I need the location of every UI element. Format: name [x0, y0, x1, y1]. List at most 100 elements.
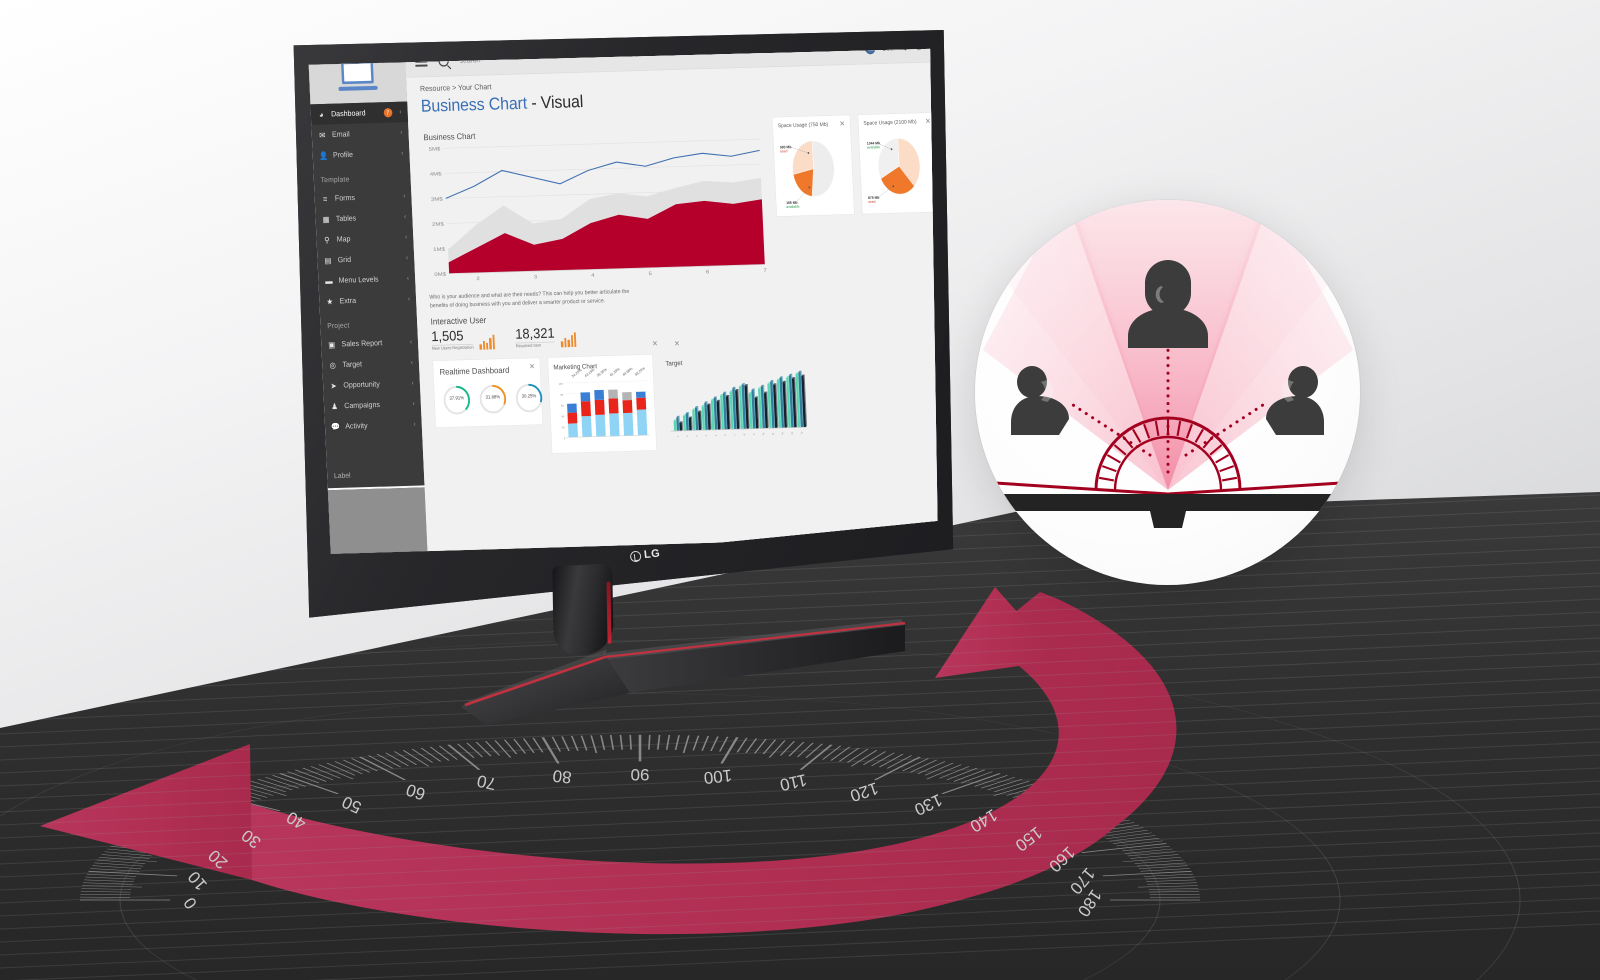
y-axis-tick: 0 — [564, 436, 566, 440]
charts-row-bottom: ✕ Realtime Dashboard 37.91% 31.88% 30.25… — [432, 340, 938, 458]
sidebar-item-extra[interactable]: ★ Extra ‹ — [319, 289, 417, 312]
charts-row-top: Business Chart 5M$ 4M$ 3M$ 2M$ 1M$ 0M$ 2 3 4 5 6 7 … — [422, 112, 938, 287]
chevron-left-icon: ‹ — [401, 149, 404, 157]
sidebar-item-target[interactable]: ◎ Target ‹ — [322, 352, 420, 375]
x-axis-tick: 7 — [763, 268, 767, 274]
sidebar-item-map[interactable]: ⚲ Map ‹ — [316, 227, 414, 250]
scene-root: 0 10 20 30 40 50 60 70 80 90 100 110 120 130 140 150 160… — [0, 0, 1600, 980]
close-icon[interactable]: ✕ — [529, 362, 535, 371]
monitor-stand-base — [461, 619, 905, 725]
x-axis-tick: 12 — [782, 432, 785, 436]
stat-caption: Resolved Item — [515, 341, 556, 349]
sidebar-heading-template: Template — [320, 175, 350, 185]
sidebar-item-forms[interactable]: ≡ Forms ‹ — [314, 186, 412, 209]
pie-card-2: ✕ Space Usage (2100 Mb) 1344 Mb available… — [857, 112, 938, 215]
x-axis-tick: 7 — [734, 434, 737, 437]
x-axis-tick: 11 — [772, 432, 775, 436]
gauge-value: 37.91% — [449, 396, 465, 402]
stacked-bar-segment — [636, 397, 647, 410]
person-icon: 👤 — [318, 150, 329, 161]
close-icon[interactable]: ✕ — [674, 339, 680, 348]
y-axis-tick: 0M$ — [434, 272, 446, 278]
chevron-left-icon: ‹ — [411, 379, 414, 387]
x-axis-tick: 5 — [649, 271, 653, 277]
business-chart: 5M$ 4M$ 3M$ 2M$ 1M$ 0M$ 2 3 4 5 6 7 — [423, 134, 772, 287]
page-content: Resource > Your Chart Business Chart - V… — [406, 62, 938, 458]
x-axis-tick: 6 — [706, 270, 710, 276]
viewing-angle-callout — [975, 200, 1360, 585]
y-axis-tick: 4M$ — [430, 172, 442, 178]
sidebar-item-tables[interactable]: ▦ Tables ‹ — [315, 206, 413, 229]
close-icon[interactable]: ✕ — [839, 119, 845, 128]
laptop-icon — [337, 60, 378, 91]
chevron-left-icon: ‹ — [409, 338, 413, 346]
target-icon: ◎ — [329, 360, 337, 370]
stacked-bar-segment — [635, 391, 646, 399]
protractor-tick-label: 90 — [631, 765, 650, 784]
stacked-bar-segment — [594, 399, 605, 416]
dashboard-app: ◕ Dashboard 7 ‹ ✉ Email ‹ 👤 Profile ‹ Te… — [308, 48, 938, 554]
lg-wordmark: LG — [643, 547, 661, 562]
stacked-bar-segment — [636, 409, 648, 436]
close-icon[interactable]: ✕ — [925, 117, 931, 126]
realtime-dashboard-card: ✕ Realtime Dashboard 37.91% 31.88% 30.25… — [432, 357, 545, 429]
sidebar-footer-label: Label — [326, 462, 425, 491]
sidebar-item-menu-levels[interactable]: ▬ Menu Levels ‹ — [318, 268, 416, 291]
sidebar-item-label: Extra — [339, 296, 357, 305]
x-axis-tick: 13 — [791, 431, 794, 435]
chevron-left-icon: ‹ — [412, 400, 415, 408]
sidebar-item-dashboard[interactable]: ◕ Dashboard 7 ‹ — [310, 101, 409, 125]
marketing-chart-card: ✕ Marketing Chart 34.25% 43.15% 36.95% 41.3… — [547, 340, 680, 455]
gauge-value: 31.88% — [485, 395, 501, 401]
sidebar-item-label: Forms — [334, 193, 356, 203]
page-title-accent: Business Chart — [420, 92, 528, 116]
stat-value: 18,321 — [514, 325, 555, 343]
pie-chart-icon: ◕ — [318, 109, 324, 120]
sidebar-item-sales-report[interactable]: ▣ Sales Report ‹ — [321, 332, 419, 355]
sidebar-item-label: Map — [336, 234, 351, 244]
stacked-bar-segment — [595, 414, 606, 437]
sidebar-item-label: Target — [342, 360, 363, 369]
sidebar-item-email[interactable]: ✉ Email ‹ — [311, 122, 409, 145]
pie-label-delta: used — [868, 200, 876, 204]
sidebar-item-grid[interactable]: ▤ Grid ‹ — [317, 247, 415, 270]
lg-circle-icon — [629, 549, 642, 563]
x-axis-tick: 2 — [476, 276, 480, 282]
grouped-bar — [679, 423, 683, 432]
gauge-value: 30.25% — [521, 394, 537, 400]
grid-icon: ▤ — [324, 255, 332, 265]
stacked-bar-segment — [622, 392, 632, 401]
main-area: search User ⌄ ⚙ ✻ Resource > Your Chart — [404, 48, 938, 552]
sidebar-item-profile[interactable]: 👤 Profile ‹ — [312, 143, 410, 166]
paper-plane-icon: ➤ — [330, 380, 337, 391]
protractor-tick-label: 80 — [552, 766, 573, 787]
x-axis-tick: 4 — [591, 273, 595, 279]
megaphone-icon: ♟ — [331, 401, 339, 411]
sidebar-item-opportunity[interactable]: ➤ Opportunity ‹ — [323, 373, 421, 396]
protractor-tick-label: 70 — [475, 771, 498, 794]
chevron-left-icon: ‹ — [400, 128, 403, 137]
pie-title: Space Usage (2100 Mb) — [863, 118, 917, 127]
chat-bubble-icon: 💬 — [330, 421, 341, 432]
stacked-bar-segment — [580, 401, 591, 417]
close-icon[interactable]: ✕ — [652, 339, 658, 348]
x-axis-tick: 9 — [753, 433, 756, 436]
gauge-1: 37.91% — [440, 383, 473, 418]
chevron-left-icon: ‹ — [405, 254, 409, 262]
pie-label-delta: used — [780, 149, 788, 153]
sidebar-badge: 7 — [383, 107, 393, 118]
sidebar-item-campaigns[interactable]: ♟ Campaigns ‹ — [324, 393, 422, 416]
x-axis-tick: 3 — [696, 435, 699, 438]
chevron-left-icon: ‹ — [406, 274, 410, 283]
sidebar-item-label: Opportunity — [343, 380, 380, 390]
chevron-left-icon: ‹ — [407, 295, 411, 303]
gauge-3: 30.25% — [512, 381, 545, 416]
page-description: Who is your audience and what are their … — [429, 287, 630, 309]
stat-value: 1,505 — [430, 328, 464, 345]
target-chart-card: ✕ Target 1 2 3 4 5 6 7 8 9 10 11 12 13 14 — [652, 340, 938, 450]
chevron-left-icon: ‹ — [403, 192, 406, 200]
x-axis-tick: 6 — [725, 434, 728, 437]
stat-resolved: 18,321 Resolved Item — [515, 326, 577, 349]
sidebar-item-label: Sales Report — [341, 338, 383, 349]
sidebar-item-activity[interactable]: 💬 Activity ‹ — [325, 414, 423, 437]
